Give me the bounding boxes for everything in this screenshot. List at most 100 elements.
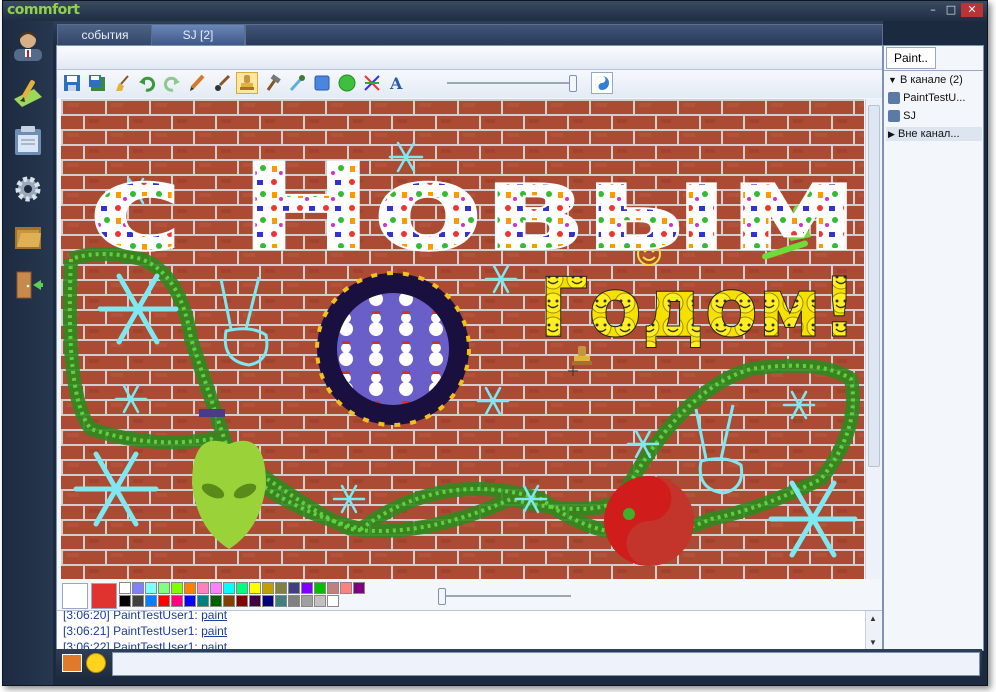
opacity-slider-thumb[interactable] [438,588,446,605]
user-name: PaintTestU... [903,92,966,104]
chat-message-link[interactable]: paint [201,611,227,622]
palette-swatch[interactable] [262,582,274,594]
tab-events[interactable]: события [57,24,153,45]
group-in-channel[interactable]: ▼ В канале (2) [888,74,963,86]
undo-icon[interactable] [136,72,158,94]
palette-swatch[interactable] [340,582,352,594]
title-bar[interactable]: commfort – □ ✕ [3,1,987,21]
palette-swatch[interactable] [119,582,131,594]
palette-swatch[interactable] [314,582,326,594]
clear-broom-icon[interactable] [111,72,133,94]
yin-yang-mode-icon[interactable] [591,72,613,94]
chat-scrollbar[interactable]: ▲ ▼ [865,611,882,651]
stamp-tool-icon[interactable] [236,72,258,94]
palette-swatch[interactable] [210,582,222,594]
secondary-color-swatch[interactable] [91,583,117,609]
user-avatar-icon [888,92,900,105]
palette-swatch[interactable] [210,595,222,607]
chat-line: [3:06:21] PaintTestUser1: paint [63,624,227,638]
text-tool-icon[interactable]: A [386,72,408,94]
palette-swatch[interactable] [132,582,144,594]
save-icon[interactable] [61,72,83,94]
palette-swatch[interactable] [158,582,170,594]
panel-header-strip [57,46,882,70]
pipette-icon[interactable] [286,72,308,94]
palette-swatch[interactable] [353,582,365,594]
palette-swatch[interactable] [145,582,157,594]
palette-swatch[interactable] [184,582,196,594]
divider [884,70,983,71]
palette-swatch[interactable] [301,582,313,594]
palette-swatch[interactable] [275,582,287,594]
scroll-up-icon[interactable]: ▲ [869,614,877,623]
palette-swatch[interactable] [197,595,209,607]
pencil-icon[interactable] [186,72,208,94]
primary-color-swatch[interactable] [62,583,88,609]
chat-message-link[interactable]: paint [201,624,227,638]
brush-icon[interactable] [211,72,233,94]
user-item[interactable]: PaintTestU... [888,92,966,105]
svg-text:A: A [389,74,403,92]
palette-swatch[interactable] [262,595,274,607]
palette-swatch[interactable] [314,595,326,607]
paint-toolbar: A [57,70,882,98]
scroll-down-icon[interactable]: ▼ [869,638,877,647]
folder-icon[interactable] [12,221,44,253]
size-slider-thumb[interactable] [569,75,577,92]
users-panel-tab[interactable]: Paint.. [886,47,936,69]
exit-door-icon[interactable] [12,269,44,301]
save-as-icon[interactable] [86,72,108,94]
chat-time: [3:06:20] [63,610,110,622]
paint-icon[interactable] [12,77,44,109]
palette-swatch[interactable] [288,595,300,607]
opacity-slider-track[interactable] [441,595,571,597]
palette-swatch[interactable] [236,582,248,594]
palette-swatch[interactable] [145,595,157,607]
palette-swatch[interactable] [236,595,248,607]
minimize-button[interactable]: – [925,3,941,17]
palette-swatch[interactable] [171,582,183,594]
app-logo: commfort [7,2,80,18]
main-window: commfort – □ ✕ события SJ [2] A с Новым … [2,0,988,686]
drawing-canvas[interactable]: с Новым Годом! [61,99,864,579]
window-controls: – □ ✕ [925,3,983,17]
ellipse-tool-icon[interactable] [336,72,358,94]
channel-board-icon[interactable] [12,125,44,157]
palette-swatch[interactable] [158,595,170,607]
maximize-button[interactable]: □ [943,3,959,17]
tab-sj-channel[interactable]: SJ [2] [151,24,245,45]
redo-icon[interactable] [161,72,183,94]
line-tool-icon[interactable] [361,72,383,94]
palette-swatch[interactable] [288,582,300,594]
rectangle-tool-icon[interactable] [311,72,333,94]
canvas-scrollbar[interactable] [865,99,881,579]
settings-gear-icon[interactable] [12,173,44,205]
canvas-scrollbar-thumb[interactable] [868,105,880,467]
palette-swatch[interactable] [184,595,196,607]
tab-bar: события SJ [2] [53,21,883,45]
palette-swatch[interactable] [301,595,313,607]
group-outside-channel[interactable]: ▶ Вне канал... [886,127,982,141]
size-slider-track[interactable] [447,82,577,84]
color-palette [57,580,882,610]
user-profile-icon[interactable] [12,29,44,61]
hammer-icon[interactable] [261,72,283,94]
smiley-icon[interactable] [86,653,106,673]
close-button[interactable]: ✕ [961,3,983,17]
expand-down-icon: ▼ [888,75,897,85]
palette-swatch[interactable] [197,582,209,594]
user-item[interactable]: SJ [888,110,916,123]
palette-swatch[interactable] [327,582,339,594]
palette-swatch[interactable] [171,595,183,607]
palette-swatch[interactable] [249,595,261,607]
palette-swatch[interactable] [223,582,235,594]
palette-swatch[interactable] [132,595,144,607]
palette-swatch[interactable] [223,595,235,607]
chat-user: PaintTestUser1: [113,610,198,622]
message-input[interactable] [112,652,980,676]
image-insert-icon[interactable] [62,654,82,672]
palette-swatch[interactable] [119,595,131,607]
palette-swatch[interactable] [249,582,261,594]
palette-swatch[interactable] [275,595,287,607]
palette-swatch[interactable] [327,595,339,607]
